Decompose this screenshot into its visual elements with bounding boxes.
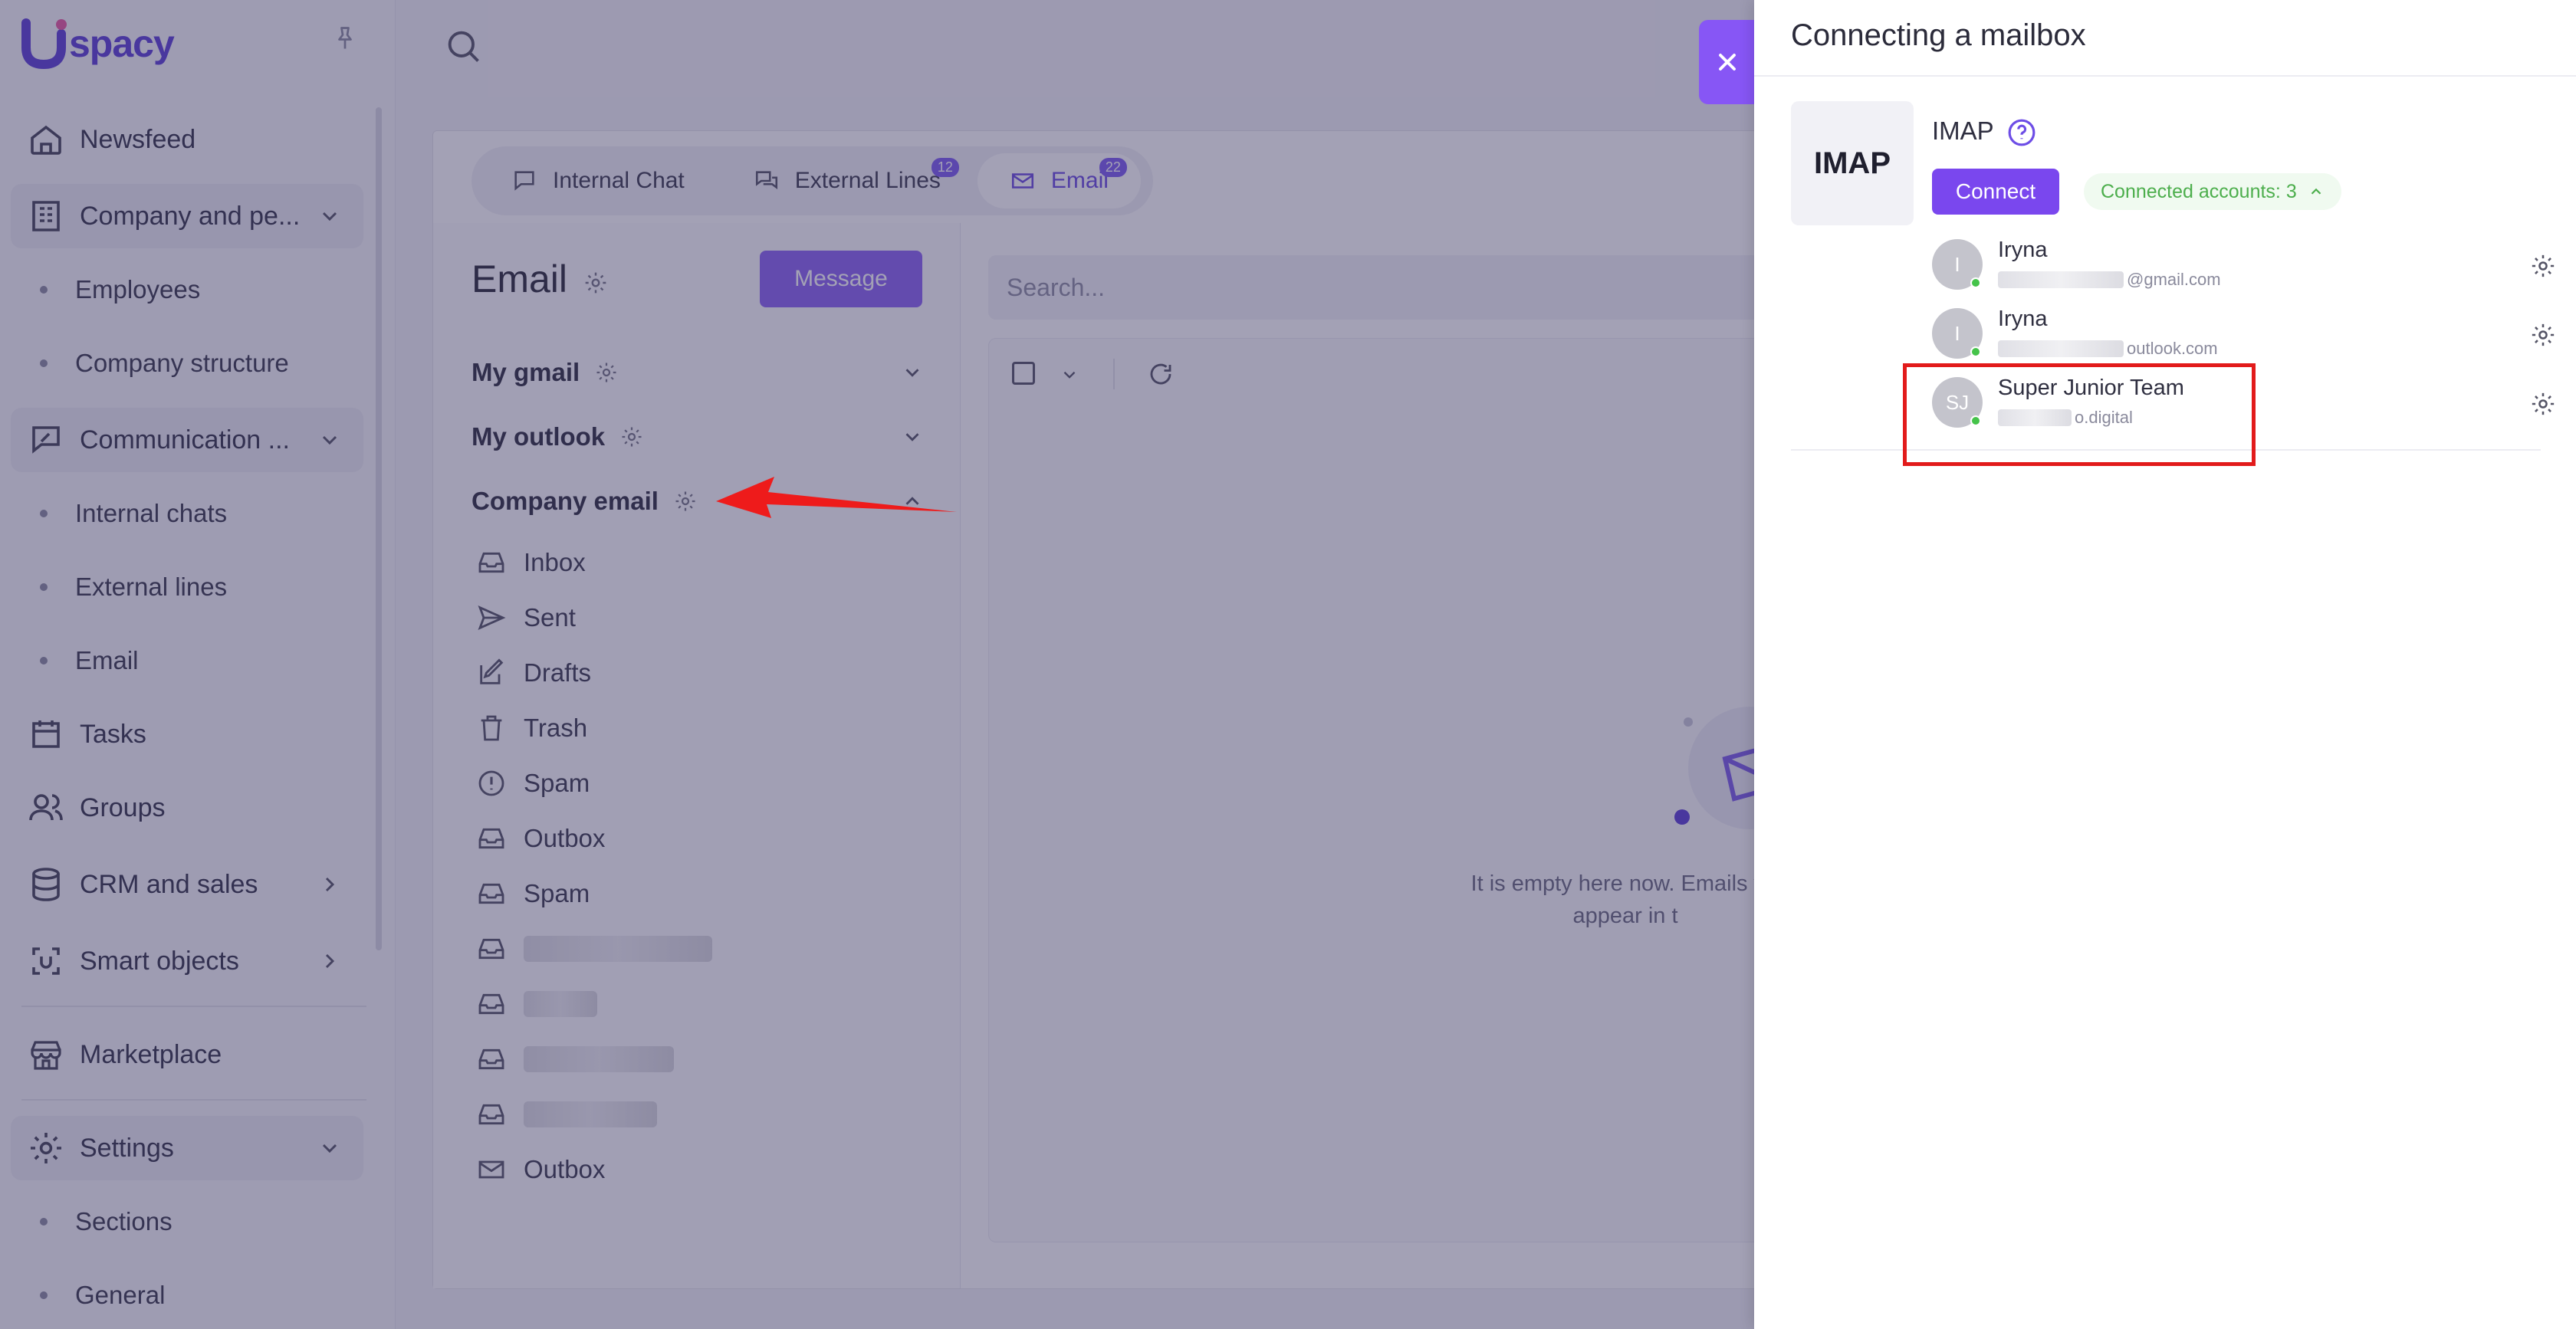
gear-icon[interactable] [2530,322,2556,348]
account-email: @gmail.com [1998,270,2221,290]
account-email-domain: outlook.com [2127,339,2218,358]
provider-name: IMAP [1932,116,1994,145]
account-name: Iryna [1998,307,2048,331]
connected-accounts-toggle[interactable]: Connected accounts: 3 [2084,173,2341,210]
gear-icon[interactable] [2530,253,2556,279]
modal-backdrop[interactable] [0,0,1754,1329]
redacted-email [1998,271,2124,288]
chevron-up-icon [2311,188,2321,195]
connected-account: I Iryna outlook.com [1932,304,2545,362]
connect-button[interactable]: Connect [1932,169,2059,215]
drawer-title: Connecting a mailbox [1791,18,2086,52]
account-email: outlook.com [1998,339,2218,359]
close-drawer-button[interactable] [1699,20,1756,104]
close-icon [1719,54,1736,71]
gear-icon[interactable] [2530,391,2556,417]
redacted-email [1998,340,2124,357]
connect-mailbox-drawer: Connecting a mailbox IMAP IMAP Connect C… [1754,0,2576,1329]
help-icon[interactable] [2007,118,2036,147]
annotation-arrow [716,477,957,518]
account-email-domain: @gmail.com [2127,270,2221,289]
drawer-header: Connecting a mailbox [1754,0,2576,77]
connected-accounts-label: Connected accounts: 3 [2101,180,2297,202]
imap-provider-tile[interactable]: IMAP [1791,101,1914,225]
annotation-highlight-box [1903,363,2256,466]
online-status-dot [1970,346,1981,357]
connected-account: I Iryna @gmail.com [1932,235,2545,293]
online-status-dot [1970,277,1981,288]
account-name: Iryna [1998,238,2048,262]
